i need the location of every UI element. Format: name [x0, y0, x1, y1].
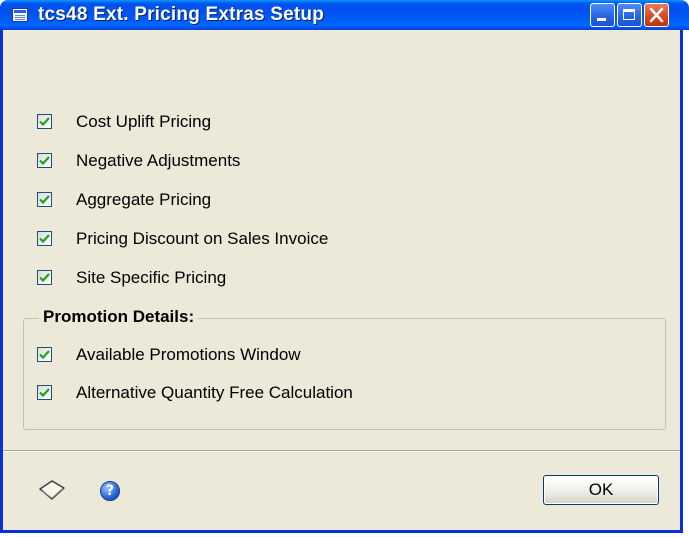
checkbox[interactable] — [37, 270, 52, 285]
footer-divider — [3, 450, 680, 452]
maximize-button[interactable] — [617, 3, 642, 27]
window-title: tcs48 Ext. Pricing Extras Setup — [38, 4, 325, 25]
checkbox[interactable] — [37, 114, 52, 129]
option-label: Pricing Discount on Sales Invoice — [76, 229, 329, 248]
checkbox[interactable] — [37, 153, 52, 168]
option-label: Site Specific Pricing — [76, 268, 227, 287]
close-button[interactable] — [644, 3, 669, 27]
option-label: Negative Adjustments — [76, 151, 241, 170]
maximize-icon — [623, 9, 635, 20]
option-label: Alternative Quantity Free Calculation — [76, 383, 353, 402]
checkmark-icon — [39, 156, 50, 166]
checkbox[interactable] — [37, 231, 52, 246]
checkmark-icon — [39, 350, 50, 360]
minimize-icon — [597, 18, 606, 21]
checkbox[interactable] — [37, 192, 52, 207]
checkmark-icon — [39, 273, 50, 283]
checkmark-icon — [39, 234, 50, 244]
promotion-details-group — [23, 318, 666, 430]
dialog-window: tcs48 Ext. Pricing Extras Setup Cost Upl… — [0, 0, 689, 533]
promotion-details-title: Promotion Details: — [39, 307, 199, 327]
option-label: Aggregate Pricing — [76, 190, 212, 209]
checkbox[interactable] — [37, 347, 52, 362]
checkbox[interactable] — [37, 385, 52, 400]
title-bar[interactable]: tcs48 Ext. Pricing Extras Setup — [0, 0, 689, 30]
dialog-body: Cost Uplift Pricing Negative Adjustments… — [3, 30, 680, 452]
checkmark-icon — [39, 195, 50, 205]
note-icon[interactable] — [37, 477, 67, 503]
help-icon[interactable]: ? — [100, 481, 120, 501]
close-icon — [649, 7, 664, 23]
ok-button[interactable]: OK — [543, 475, 659, 505]
option-label: Available Promotions Window — [76, 345, 301, 364]
option-label: Cost Uplift Pricing — [76, 112, 212, 131]
checkmark-icon — [39, 388, 50, 398]
checkmark-icon — [39, 117, 50, 127]
app-window-icon[interactable] — [12, 8, 28, 22]
minimize-button[interactable] — [590, 3, 615, 27]
